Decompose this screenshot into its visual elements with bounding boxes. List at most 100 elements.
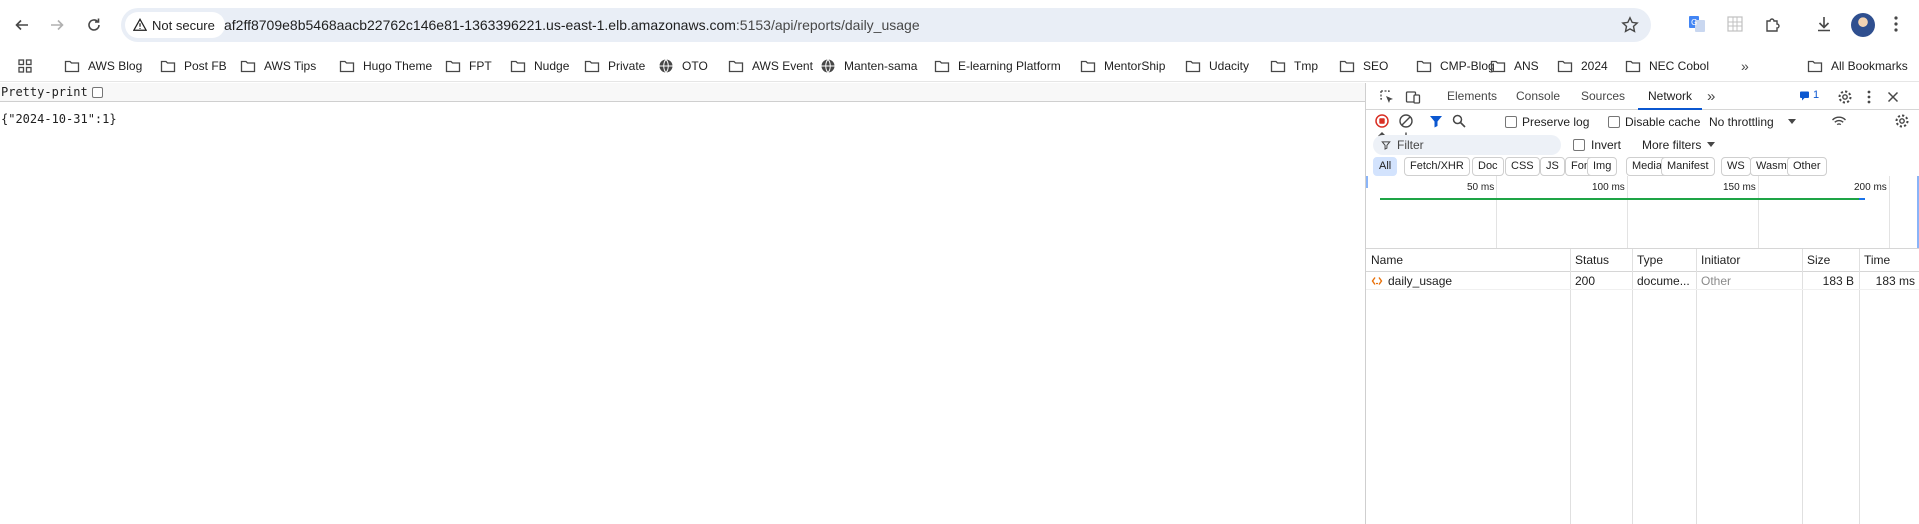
issues-badge[interactable]: 1	[1799, 89, 1819, 101]
timeline-request-bar	[1380, 198, 1860, 200]
bookmark-item[interactable]: SEO	[1339, 50, 1388, 82]
filter-input[interactable]: Filter	[1373, 135, 1561, 155]
tab-network[interactable]: Network	[1638, 83, 1703, 110]
forward-button[interactable]	[43, 11, 71, 39]
bookmark-item[interactable]: AWS Event	[728, 50, 813, 82]
translate-icon[interactable]: G	[1686, 13, 1708, 35]
url-host: af2ff8709e8b5468aacb22762c146e81-1363396…	[224, 17, 736, 33]
folder-icon	[934, 60, 950, 73]
network-conditions-icon[interactable]	[1830, 112, 1848, 130]
tab-elements[interactable]: Elements	[1447, 83, 1497, 110]
pretty-print-label: Pretty-print	[1, 85, 88, 99]
folder-icon	[240, 60, 256, 73]
devtools-panel: Elements Console Sources Network » 1 Pre…	[1365, 83, 1919, 524]
bookmark-item[interactable]: Nudge	[510, 50, 569, 82]
download-icon[interactable]	[1813, 13, 1835, 35]
reload-button[interactable]	[80, 11, 108, 39]
inspect-element-icon[interactable]	[1378, 88, 1396, 106]
bookmark-item[interactable]: CMP-Blog	[1416, 50, 1495, 82]
devtools-menu-icon[interactable]	[1860, 88, 1878, 106]
request-name-cell[interactable]: daily_usage	[1366, 272, 1570, 290]
document-code-icon	[1371, 277, 1383, 285]
tab-console[interactable]: Console	[1516, 83, 1560, 110]
bookmark-item[interactable]: Private	[584, 50, 645, 82]
caret-down-icon	[1707, 142, 1716, 147]
request-initiator: Other	[1701, 274, 1732, 288]
bookmark-item[interactable]: MentorShip	[1080, 50, 1165, 82]
filter-funnel-icon[interactable]	[1427, 112, 1445, 130]
bookmark-label: Manten-sama	[844, 59, 918, 73]
bookmark-item[interactable]: Tmp	[1270, 50, 1318, 82]
timeline-tick: 50 ms	[1467, 182, 1495, 193]
bookmark-star-icon[interactable]	[1621, 16, 1639, 34]
pretty-print-bar: Pretty-print	[0, 83, 1365, 102]
bookmark-item[interactable]: Post FB	[160, 50, 227, 82]
bookmark-item[interactable]: Hugo Theme	[339, 50, 432, 82]
invert-toggle[interactable]: Invert	[1573, 138, 1621, 152]
pretty-print-checkbox[interactable]	[91, 86, 103, 98]
network-settings-icon[interactable]	[1893, 112, 1911, 130]
device-toolbar-icon[interactable]	[1404, 88, 1422, 106]
type-filter-chip[interactable]: CSS	[1505, 157, 1540, 176]
extensions-puzzle-icon[interactable]	[1762, 13, 1784, 35]
type-filter-chip[interactable]: Fetch/XHR	[1404, 157, 1470, 176]
invert-checkbox[interactable]	[1573, 139, 1585, 151]
bookmark-item[interactable]: NEC Cobol	[1625, 50, 1709, 82]
bookmarks-overflow-button[interactable]: »	[1741, 50, 1749, 82]
network-overview-timeline[interactable]: 50 ms 100 ms 150 ms 200 ms	[1366, 176, 1919, 249]
warning-icon	[133, 18, 147, 31]
column-time[interactable]: Time	[1859, 249, 1890, 272]
type-filter-chip[interactable]: JS	[1540, 157, 1565, 176]
extension-grid-icon[interactable]	[1724, 13, 1746, 35]
apps-grid-button[interactable]	[17, 50, 33, 82]
bookmark-item[interactable]: ANS	[1490, 50, 1539, 82]
table-row[interactable]: daily_usage 200 docume... Other 183 B 18…	[1366, 272, 1919, 290]
throttling-select[interactable]: No throttling	[1709, 115, 1796, 129]
bookmark-item[interactable]: FPT	[445, 50, 492, 82]
back-button[interactable]	[8, 11, 36, 39]
close-icon[interactable]	[1884, 88, 1902, 106]
profile-avatar[interactable]	[1851, 13, 1875, 37]
arrow-right-icon	[51, 19, 64, 31]
preserve-log-checkbox[interactable]	[1505, 116, 1517, 128]
preserve-log-toggle[interactable]: Preserve log	[1505, 115, 1589, 129]
column-status[interactable]: Status	[1570, 249, 1609, 272]
bookmark-item[interactable]: Udacity	[1185, 50, 1249, 82]
type-filter-chip[interactable]: Manifest	[1661, 157, 1715, 176]
column-initiator[interactable]: Initiator	[1696, 249, 1740, 272]
folder-icon	[1807, 60, 1823, 73]
folder-icon	[160, 60, 176, 73]
bookmark-item[interactable]: 2024	[1557, 50, 1608, 82]
type-filter-chip[interactable]: Img	[1587, 157, 1618, 176]
browser-menu-icon[interactable]	[1885, 13, 1907, 35]
type-filter-chip[interactable]: WS	[1721, 157, 1751, 176]
bookmark-item[interactable]: OTO	[658, 50, 708, 82]
bookmark-label: Nudge	[534, 59, 570, 73]
tab-sources[interactable]: Sources	[1581, 83, 1625, 110]
settings-gear-icon[interactable]	[1836, 88, 1854, 106]
site-info-chip[interactable]: Not secure	[125, 12, 225, 38]
type-filter-chip[interactable]: All	[1373, 157, 1398, 176]
more-tabs-button[interactable]: »	[1707, 83, 1715, 110]
bookmark-item[interactable]: AWS Tips	[240, 50, 316, 82]
bookmark-label: Udacity	[1209, 59, 1250, 73]
more-filters-dropdown[interactable]: More filters	[1642, 138, 1716, 152]
all-bookmarks-button[interactable]: All Bookmarks	[1807, 50, 1908, 82]
url-text[interactable]: af2ff8709e8b5468aacb22762c146e81-1363396…	[224, 8, 920, 42]
disable-cache-toggle[interactable]: Disable cache	[1608, 115, 1700, 129]
bookmark-item[interactable]: Manten-sama	[820, 50, 917, 82]
clear-icon[interactable]	[1397, 112, 1415, 130]
disable-cache-checkbox[interactable]	[1608, 116, 1620, 128]
type-filter-chip[interactable]: Other	[1787, 157, 1827, 176]
type-filter-chip[interactable]: Doc	[1472, 157, 1504, 176]
address-bar[interactable]: Not secure af2ff8709e8b5468aacb22762c146…	[121, 8, 1651, 42]
column-size[interactable]: Size	[1802, 249, 1830, 272]
search-icon[interactable]	[1450, 112, 1468, 130]
bookmark-label: NEC Cobol	[1649, 59, 1710, 73]
record-stop-icon[interactable]	[1373, 112, 1391, 130]
bookmark-item[interactable]: E-learning Platform	[934, 50, 1061, 82]
column-name[interactable]: Name	[1366, 249, 1403, 272]
column-type[interactable]: Type	[1632, 249, 1663, 272]
url-path: :5153/api/reports/daily_usage	[735, 17, 920, 33]
bookmark-item[interactable]: AWS Blog	[64, 50, 142, 82]
